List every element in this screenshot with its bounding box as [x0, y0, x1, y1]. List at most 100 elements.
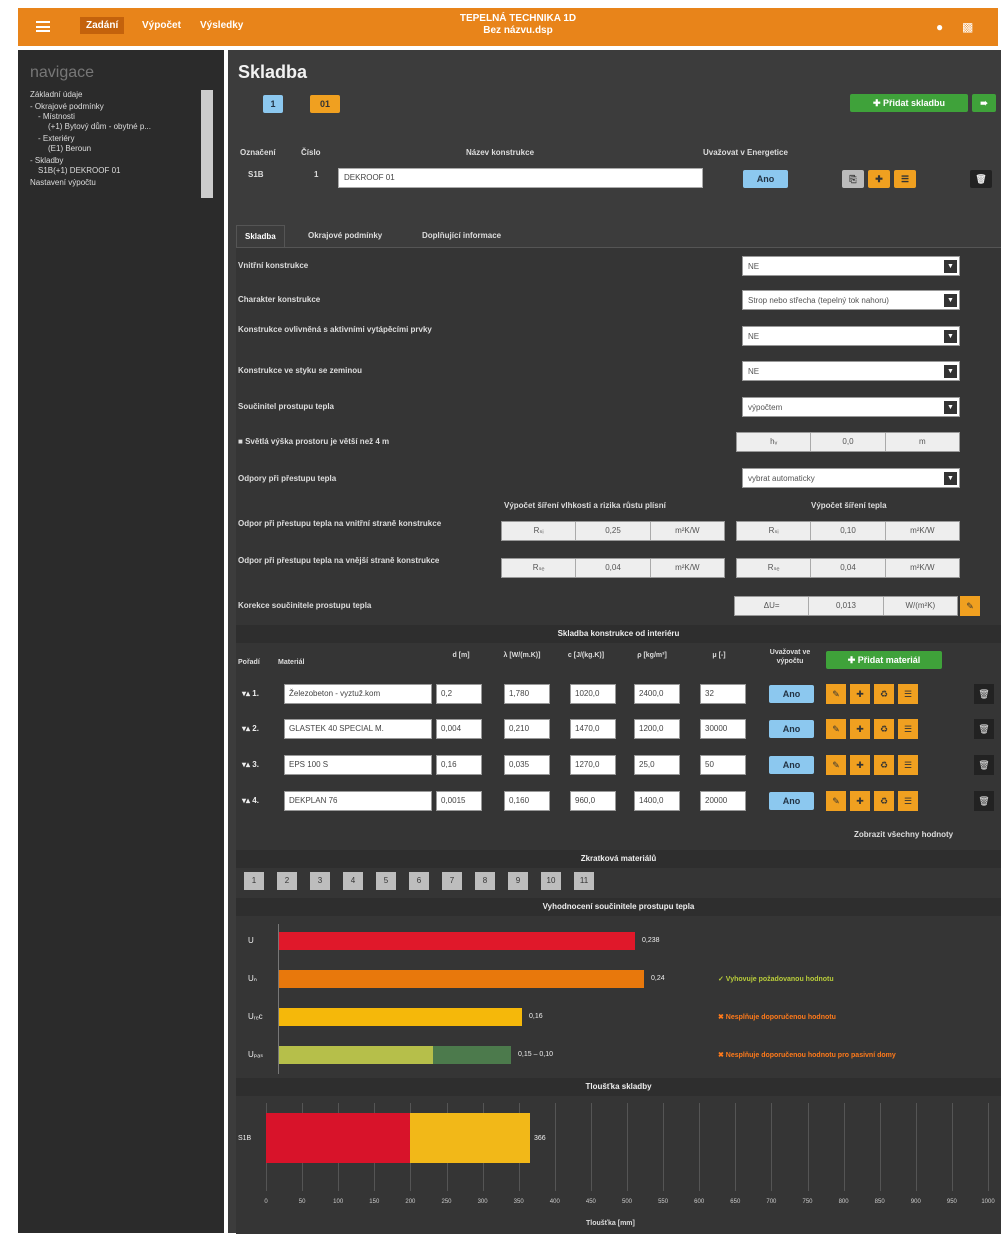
material-shortcut-button[interactable]: 2	[277, 872, 297, 890]
layer-lambda-input[interactable]: 0,160	[504, 791, 550, 811]
rsi-moisture-field[interactable]: Rₛᵢ 0,25 m²K/W	[501, 521, 725, 541]
layer-rho-input[interactable]: 1400,0	[634, 791, 680, 811]
rse-right-value[interactable]: 0,04	[811, 559, 886, 577]
layer-d-input[interactable]: 0,16	[436, 755, 482, 775]
layer-order[interactable]: ▾▴ 2.	[242, 724, 259, 733]
layer-use-toggle[interactable]: Ano	[769, 720, 814, 738]
rse-heat-field[interactable]: Rₛₑ 0,04 m²K/W	[736, 558, 960, 578]
select-character[interactable]: Strop nebo střecha (tepelný tok nahoru) ▼	[742, 290, 960, 310]
layer-mu-input[interactable]: 50	[700, 755, 746, 775]
layer-c-input[interactable]: 1270,0	[570, 755, 616, 775]
list-icon[interactable]: ☰	[898, 684, 918, 704]
layer-material-input[interactable]: DEKPLAN 76	[284, 791, 432, 811]
rsi-heat-field[interactable]: Rₛᵢ 0,10 m²K/W	[736, 521, 960, 541]
layer-lambda-input[interactable]: 0,035	[504, 755, 550, 775]
select-resistances[interactable]: vybrat automaticky ▼	[742, 468, 960, 488]
select-heating[interactable]: NE ▼	[742, 326, 960, 346]
layer-material-input[interactable]: Železobeton - vyztuž.kom	[284, 684, 432, 704]
composition-tab-1[interactable]: 1	[263, 95, 283, 113]
layer-use-toggle[interactable]: Ano	[769, 756, 814, 774]
edit-icon[interactable]: ✎	[826, 755, 846, 775]
material-shortcut-button[interactable]: 8	[475, 872, 495, 890]
delete-layer-icon[interactable]: 🗑	[974, 755, 994, 775]
material-shortcut-button[interactable]: 4	[343, 872, 363, 890]
rse-moisture-field[interactable]: Rₛₑ 0,04 m²K/W	[501, 558, 725, 578]
material-shortcut-button[interactable]: 7	[442, 872, 462, 890]
tab-vysledky[interactable]: Výsledky	[200, 20, 243, 31]
tab-okrajove[interactable]: Okrajové podmínky	[300, 225, 390, 247]
nav-item-room-1[interactable]: (+1) Bytový dům - obytné p...	[48, 122, 151, 131]
select-u-method[interactable]: výpočtem ▼	[742, 397, 960, 417]
layer-lambda-input[interactable]: 0,210	[504, 719, 550, 739]
edit-icon[interactable]: ✎	[826, 719, 846, 739]
select-ground[interactable]: NE ▼	[742, 361, 960, 381]
layer-material-input[interactable]: EPS 100 S	[284, 755, 432, 775]
height-field[interactable]: hᵥ 0,0 m	[736, 432, 960, 452]
add-icon[interactable]: ✚	[850, 791, 870, 811]
delete-layer-icon[interactable]: 🗑	[974, 684, 994, 704]
layer-c-input[interactable]: 1470,0	[570, 719, 616, 739]
add-composition-button[interactable]: ✚ Přidat skladbu	[850, 94, 968, 112]
copy-button[interactable]: ⎘	[842, 170, 864, 188]
layer-use-toggle[interactable]: Ano	[769, 792, 814, 810]
composition-name-input[interactable]: DEKROOF 01	[338, 168, 703, 188]
replace-icon[interactable]: ♻	[874, 719, 894, 739]
layer-material-input[interactable]: GLASTEK 40 SPECIAL M.	[284, 719, 432, 739]
material-shortcut-button[interactable]: 5	[376, 872, 396, 890]
show-all-link[interactable]: Zobrazit všechny hodnoty	[854, 830, 953, 839]
print-icon[interactable]: ▩	[962, 20, 973, 34]
energy-toggle[interactable]: Ano	[743, 170, 788, 188]
tab-doplnujici[interactable]: Doplňující informace	[414, 225, 509, 247]
edit-icon[interactable]: ✎	[826, 791, 846, 811]
layer-d-input[interactable]: 0,2	[436, 684, 482, 704]
replace-icon[interactable]: ♻	[874, 755, 894, 775]
nav-item-beroun[interactable]: (E1) Beroun	[48, 144, 91, 153]
layer-rho-input[interactable]: 25,0	[634, 755, 680, 775]
user-icon[interactable]: ●	[936, 20, 943, 34]
nav-item-exteriors[interactable]: - Exteriéry	[38, 134, 74, 143]
menu-icon[interactable]	[36, 21, 50, 32]
layer-rho-input[interactable]: 2400,0	[634, 684, 680, 704]
layer-d-input[interactable]: 0,004	[436, 719, 482, 739]
material-shortcut-button[interactable]: 10	[541, 872, 561, 890]
checkbox-height[interactable]: ■	[238, 437, 243, 446]
list-icon[interactable]: ☰	[898, 719, 918, 739]
tab-skladba[interactable]: Skladba	[236, 225, 285, 248]
layer-d-input[interactable]: 0,0015	[436, 791, 482, 811]
rsi-right-value[interactable]: 0,10	[811, 522, 886, 540]
add-icon[interactable]: ✚	[850, 719, 870, 739]
material-shortcut-button[interactable]: 3	[310, 872, 330, 890]
delete-composition-button[interactable]: 🗑	[970, 170, 992, 188]
nav-item-compositions[interactable]: - Skladby	[30, 156, 63, 165]
list-button[interactable]: ☰	[894, 170, 916, 188]
layer-mu-input[interactable]: 32	[700, 684, 746, 704]
height-value[interactable]: 0,0	[811, 433, 886, 451]
layer-c-input[interactable]: 1020,0	[570, 684, 616, 704]
add-icon[interactable]: ✚	[850, 684, 870, 704]
edit-du-button[interactable]: ✎	[960, 596, 980, 616]
material-shortcut-button[interactable]: 6	[409, 872, 429, 890]
list-icon[interactable]: ☰	[898, 791, 918, 811]
delete-layer-icon[interactable]: 🗑	[974, 791, 994, 811]
material-shortcut-button[interactable]: 1	[244, 872, 264, 890]
nav-item-settings[interactable]: Nastavení výpočtu	[30, 178, 96, 187]
rse-left-value[interactable]: 0,04	[576, 559, 651, 577]
layer-order[interactable]: ▾▴ 1.	[242, 689, 259, 698]
replace-icon[interactable]: ♻	[874, 791, 894, 811]
layer-order[interactable]: ▾▴ 4.	[242, 796, 259, 805]
material-shortcut-button[interactable]: 9	[508, 872, 528, 890]
select-internal[interactable]: NE ▼	[742, 256, 960, 276]
edit-icon[interactable]: ✎	[826, 684, 846, 704]
composition-tab-01[interactable]: 01	[310, 95, 340, 113]
list-icon[interactable]: ☰	[898, 755, 918, 775]
layer-rho-input[interactable]: 1200,0	[634, 719, 680, 739]
tab-zadani[interactable]: Zadání	[80, 17, 125, 34]
add-material-button[interactable]: ✚ Přidat materiál	[826, 651, 942, 669]
nav-item-dekroof[interactable]: S1B(+1) DEKROOF 01	[38, 166, 120, 175]
layer-mu-input[interactable]: 20000	[700, 791, 746, 811]
tab-vypocet[interactable]: Výpočet	[142, 20, 181, 31]
material-shortcut-button[interactable]: 11	[574, 872, 594, 890]
du-value[interactable]: 0,013	[809, 597, 884, 615]
add-button[interactable]: ✚	[868, 170, 890, 188]
nav-item-rooms[interactable]: - Místnosti	[38, 112, 75, 121]
